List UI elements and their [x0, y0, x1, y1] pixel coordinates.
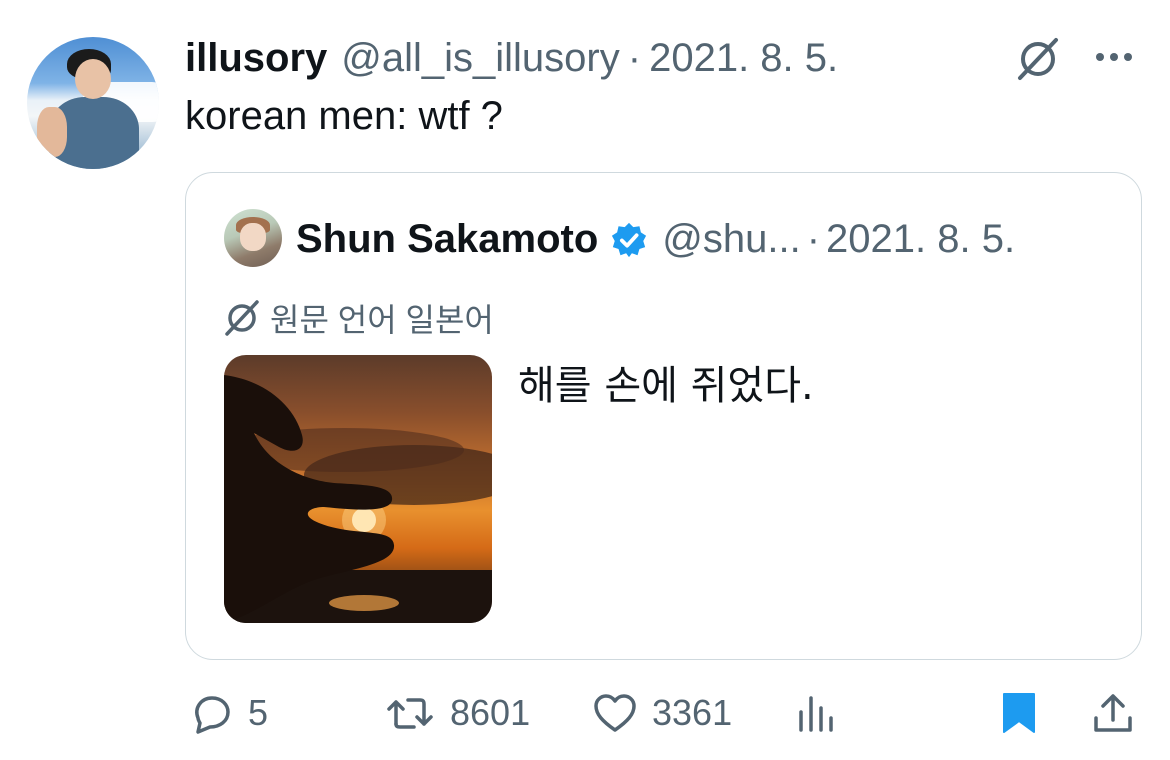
- separator-dot: ·: [627, 36, 642, 80]
- quoted-date[interactable]: 2021. 8. 5.: [826, 217, 1015, 262]
- bookmark-button[interactable]: [996, 688, 1042, 738]
- translate-row[interactable]: 원문 언어 일본어: [222, 295, 494, 341]
- separator-dot: ·: [806, 217, 821, 261]
- reply-icon: [195, 696, 230, 734]
- grok-icon[interactable]: [1014, 36, 1062, 82]
- repost-icon: [387, 698, 433, 729]
- like-count: 3361: [652, 692, 733, 733]
- tweet-date[interactable]: 2021. 8. 5.: [649, 36, 838, 81]
- repost-count: 8601: [450, 692, 531, 733]
- reply-button[interactable]: 5: [188, 688, 268, 738]
- quoted-author-avatar[interactable]: [224, 209, 282, 267]
- tweet-header: illusory @all_is_illusory · 2021. 8. 5.: [185, 36, 838, 80]
- bookmark-icon: [1003, 693, 1035, 733]
- more-icon[interactable]: [1092, 44, 1136, 70]
- reply-count: 5: [248, 692, 269, 733]
- repost-button[interactable]: 8601: [386, 688, 530, 738]
- share-icon: [1094, 694, 1132, 732]
- author-avatar[interactable]: [27, 37, 159, 169]
- quoted-author-handle[interactable]: @shu...: [662, 217, 800, 262]
- like-button[interactable]: 3361: [592, 688, 732, 738]
- quoted-header: Shun Sakamoto @shu... · 2021. 8. 5.: [296, 217, 1015, 262]
- translate-label: 원문 언어 일본어: [270, 302, 494, 338]
- quoted-tweet[interactable]: Shun Sakamoto @shu... · 2021. 8. 5. 원문 언…: [185, 172, 1142, 660]
- like-icon: [594, 694, 636, 732]
- quoted-text: 해를 손에 쥐었다.: [518, 363, 814, 409]
- author-name[interactable]: illusory: [185, 36, 327, 81]
- views-icon: [799, 696, 833, 732]
- sunset-photo[interactable]: [224, 355, 492, 623]
- action-bar: 5 8601 3361: [0, 688, 1170, 738]
- share-button[interactable]: [1090, 688, 1136, 738]
- tweet-text: korean men: wtf ?: [185, 94, 503, 138]
- photo-scene: [224, 375, 492, 623]
- quoted-author-name[interactable]: Shun Sakamoto: [296, 217, 598, 262]
- translate-icon: [225, 300, 259, 336]
- author-handle[interactable]: @all_is_illusory: [341, 36, 619, 81]
- views-button[interactable]: [794, 688, 840, 738]
- verified-badge-icon: [612, 222, 647, 257]
